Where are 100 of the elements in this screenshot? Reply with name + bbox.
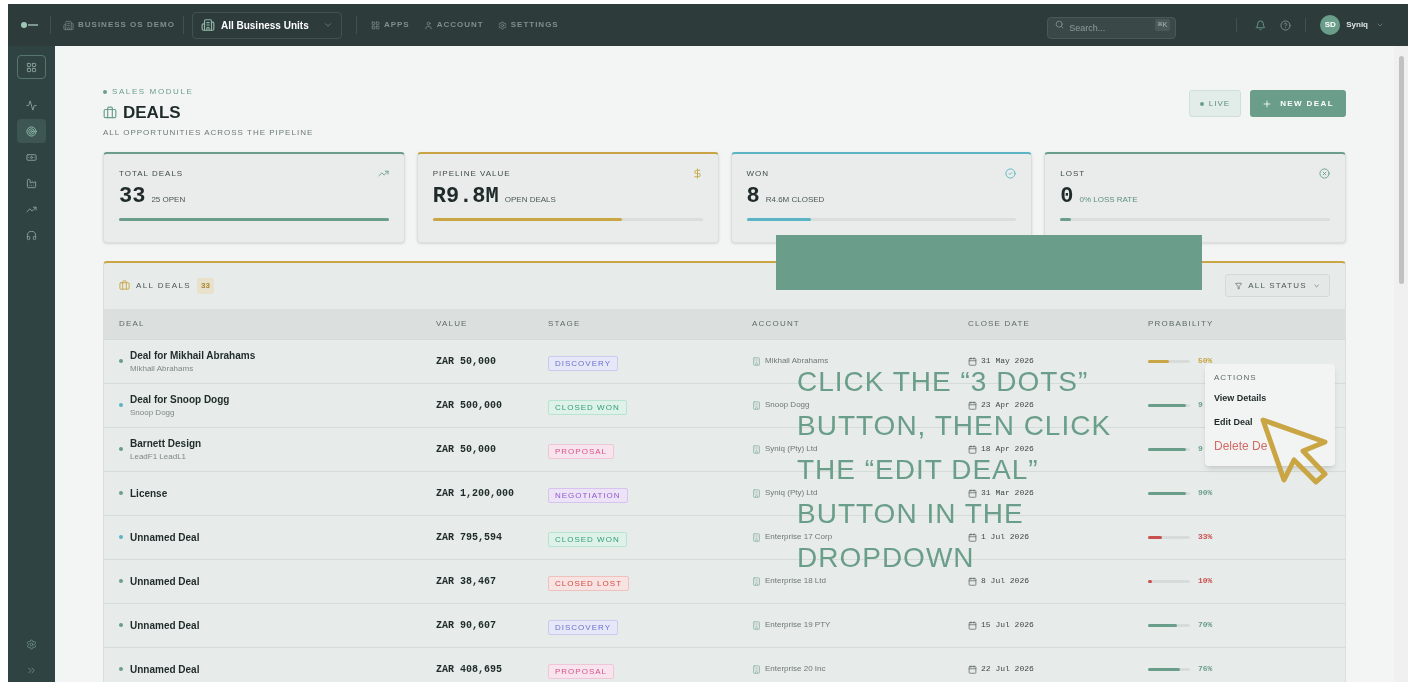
deal-value: ZAR 50,000: [436, 354, 497, 369]
column-header: ACCOUNT: [752, 317, 801, 330]
deal-name[interactable]: Deal for Mikhail Abrahams: [130, 347, 256, 363]
logo-icon: [20, 21, 38, 29]
panel-title: ALL DEALS: [136, 279, 191, 292]
chevron-down-icon[interactable]: [1376, 21, 1384, 29]
account-name: Mikhail Abrahams: [765, 355, 829, 367]
probability-value: 70%: [1198, 619, 1213, 631]
deal-name[interactable]: Unnamed Deal: [130, 661, 200, 677]
settings-icon: [497, 20, 507, 30]
dollar-icon: [691, 167, 703, 179]
close-date: 8 Jul 2026: [981, 575, 1029, 587]
calendar-icon: [968, 620, 977, 630]
probability-value: 9: [1198, 399, 1203, 411]
workspace-name: BUSINESS OS DEMO: [78, 19, 175, 31]
nav-link[interactable]: APPS: [370, 19, 410, 31]
deal-name[interactable]: Barnett Design: [130, 435, 202, 451]
stat-subtext: 25 OPEN: [151, 193, 186, 206]
close-date: 23 Apr 2026: [981, 399, 1034, 411]
calendar-icon: [968, 488, 977, 498]
column-header: DEAL: [119, 317, 146, 330]
x-circle-icon: [1319, 167, 1330, 179]
account-name: Syniq (Pty) Ltd: [765, 443, 818, 455]
user-name[interactable]: Syniq: [1346, 19, 1368, 31]
bell-icon[interactable]: [1255, 19, 1267, 31]
chevron-down-icon: [1312, 281, 1320, 290]
building-icon: [752, 664, 761, 674]
probability-value: 9: [1198, 443, 1203, 455]
stage-badge: DISCOVERY: [548, 620, 618, 635]
business-unit-dropdown[interactable]: All Business Units: [191, 11, 342, 39]
deal-contact: Mikhail Abrahams: [130, 362, 195, 375]
instruction-text: BUTTON IN THE: [797, 498, 1024, 530]
calendar-icon: [968, 664, 977, 674]
stage-badge: PROPOSAL: [548, 444, 614, 459]
sidebar-item[interactable]: [17, 55, 46, 79]
plus-icon: [1262, 98, 1273, 109]
building-icon: [752, 444, 761, 454]
instruction-text: THE “EDIT DEAL”: [797, 454, 1039, 486]
chevron-down-icon: [322, 20, 333, 30]
deal-value: ZAR 500,000: [436, 398, 503, 413]
status-filter-dropdown[interactable]: ALL STATUS: [1225, 274, 1330, 297]
factory-icon: [26, 177, 37, 189]
probability-value: 90%: [1198, 487, 1213, 499]
page-subtitle: ALL OPPORTUNITIES ACROSS THE PIPELINE: [103, 126, 314, 139]
deal-name[interactable]: Deal for Snoop Dogg: [130, 391, 230, 407]
deal-name[interactable]: License: [130, 485, 168, 501]
search-icon: [1055, 20, 1065, 29]
settings-icon[interactable]: [26, 639, 37, 650]
deal-name[interactable]: Unnamed Deal: [130, 617, 200, 633]
instruction-text: BUTTON, THEN CLICK: [797, 410, 1112, 442]
expand-icon[interactable]: [26, 665, 37, 676]
building-icon: [752, 488, 761, 498]
stage-badge: CLOSED WON: [548, 400, 627, 415]
close-date: 15 Jul 2026: [981, 619, 1034, 631]
building-icon: [752, 356, 761, 366]
sidebar-item[interactable]: [17, 119, 46, 143]
deal-contact: Snoop Dogg: [130, 406, 176, 419]
target-icon: [26, 125, 37, 137]
grid-icon: [370, 20, 380, 30]
close-date: 18 Apr 2026: [981, 443, 1034, 455]
stage-badge: NEGOTIATION: [548, 488, 628, 503]
account-name: Snoop Dogg: [765, 399, 810, 411]
stat-subtext: 0% LOSS RATE: [1079, 193, 1138, 206]
menu-item[interactable]: View Details: [1214, 387, 1267, 411]
column-header: CLOSE DATE: [968, 317, 1032, 330]
menu-item[interactable]: Edit Deal: [1214, 410, 1253, 434]
deal-name[interactable]: Unnamed Deal: [130, 529, 200, 545]
building-icon: [63, 19, 74, 31]
close-date: 31 May 2026: [981, 355, 1034, 367]
close-date: 1 Jul 2026: [981, 531, 1029, 543]
deal-contact: LeadF1 LeadL1: [130, 450, 188, 463]
nav-link[interactable]: ACCOUNT: [423, 19, 484, 31]
close-date: 22 Jul 2026: [981, 663, 1034, 675]
nav-link[interactable]: SETTINGS: [497, 19, 559, 31]
stat-value: 33: [119, 184, 146, 209]
scrollbar[interactable]: [1394, 46, 1408, 682]
close-date: 31 Mar 2026: [981, 487, 1034, 499]
account-name: Enterprise 18 Ltd: [765, 575, 826, 587]
deal-value: ZAR 90,607: [436, 618, 497, 633]
calendar-icon: [968, 576, 977, 586]
pulse-icon: [26, 99, 37, 111]
column-header: PROBABILITY: [1148, 317, 1215, 330]
account-name: Enterprise 20 Inc: [765, 663, 826, 675]
calendar-icon: [968, 532, 977, 542]
stat-label: LOST: [1060, 167, 1086, 180]
count-badge: 33: [197, 277, 214, 294]
deal-value: ZAR 408,695: [436, 662, 503, 677]
stat-value: 0: [1060, 184, 1074, 209]
account-name: Syniq (Pty) Ltd: [765, 487, 818, 499]
building-icon: [752, 400, 761, 410]
deal-value: ZAR 38,467: [436, 574, 497, 589]
building-icon: [752, 620, 761, 630]
check-circle-icon: [1005, 167, 1017, 179]
deal-value: ZAR 50,000: [436, 442, 497, 457]
stat-subtext: R4.6M CLOSED: [765, 193, 825, 206]
help-icon[interactable]: [1280, 19, 1292, 31]
filter-icon: [1235, 281, 1243, 290]
building-icon: [752, 576, 761, 586]
deal-name[interactable]: Unnamed Deal: [130, 573, 200, 589]
menu-title: ACTIONS: [1214, 372, 1258, 384]
